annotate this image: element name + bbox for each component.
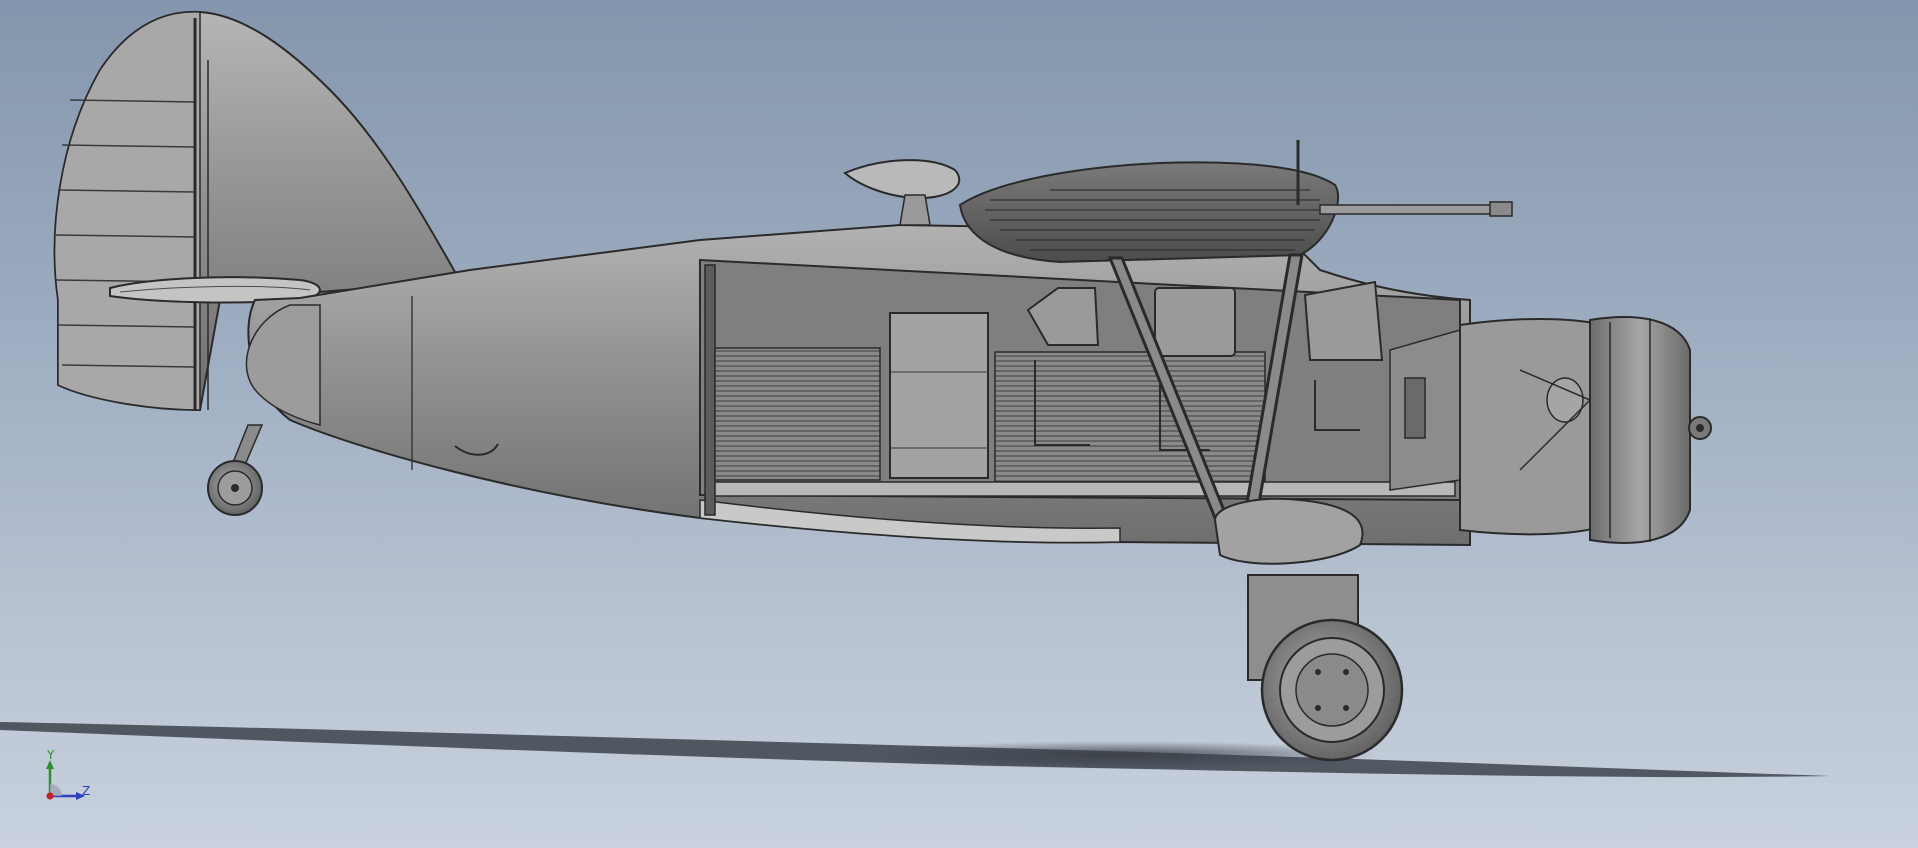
cabin-window-3: [1303, 280, 1384, 361]
upper-wing[interactable]: [958, 161, 1340, 264]
main-wheel[interactable]: [1260, 618, 1404, 762]
ground-shadow: [0, 722, 1830, 778]
cockpit-cutaway[interactable]: [699, 258, 1461, 516]
cabin-door[interactable]: [889, 312, 989, 479]
view-orientation-triad[interactable]: Y Z: [40, 746, 100, 806]
tail-wheel[interactable]: [207, 424, 264, 516]
propeller-hub[interactable]: [1688, 416, 1712, 440]
machine-gun[interactable]: [1296, 140, 1513, 217]
dorsal-fairing[interactable]: [843, 159, 961, 226]
engine-cowling[interactable]: [1459, 316, 1691, 544]
hatched-panel-rear: [714, 347, 881, 481]
graphics-viewport[interactable]: [0, 0, 1918, 848]
cabin-window-2: [1154, 287, 1236, 357]
axis-y-label: Y: [47, 748, 55, 762]
axis-z-label: Z: [82, 784, 91, 798]
